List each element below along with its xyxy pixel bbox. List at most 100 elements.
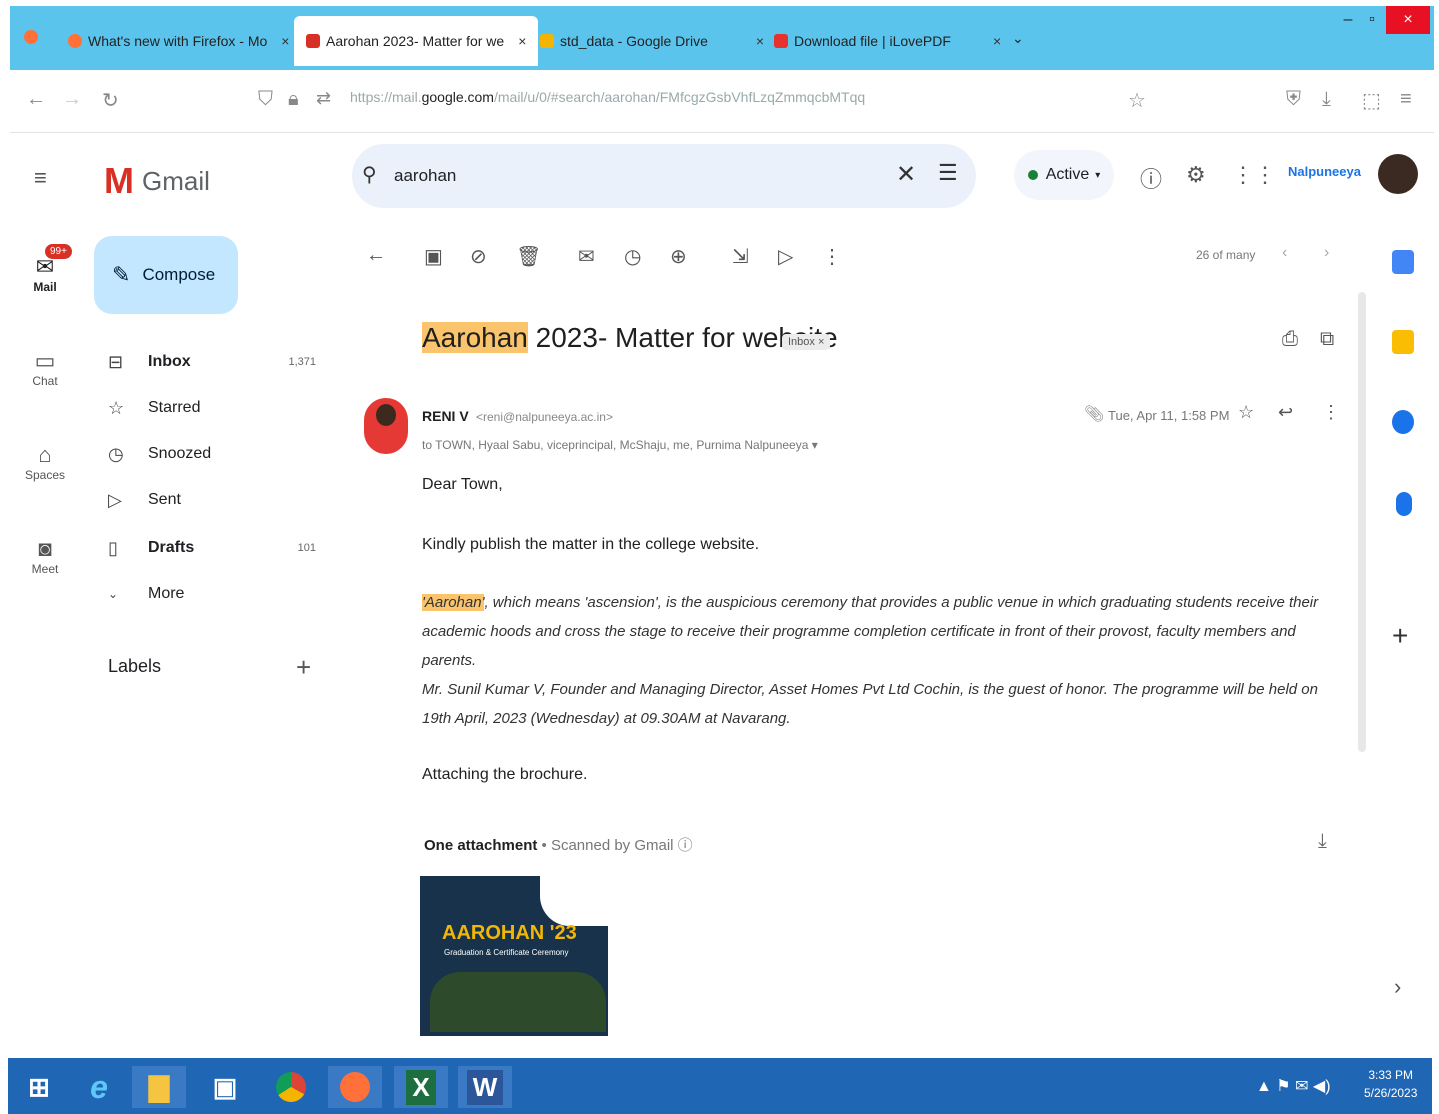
archive-icon[interactable]: ▣ — [424, 244, 443, 269]
back-to-results-icon[interactable]: ← — [366, 244, 386, 267]
windows-taskbar: ⊞ e ▇ ▣ X W ▲ ⚑ ✉ ◀) 3:33 PM 5/26/2023 — [8, 1058, 1432, 1114]
internet-explorer-icon[interactable]: e — [72, 1066, 126, 1108]
chrome-icon[interactable] — [264, 1066, 318, 1108]
start-windows-icon[interactable]: ⊞ — [12, 1066, 66, 1108]
message-more-icon[interactable]: ⋮ — [1322, 402, 1340, 423]
sidebar-item-sent[interactable]: ▷ Sent — [108, 480, 328, 520]
expand-panel-icon[interactable]: › — [1394, 974, 1401, 1000]
reply-icon[interactable]: ↩ — [1278, 402, 1293, 423]
tab-close-icon[interactable]: × — [756, 33, 764, 49]
help-icon[interactable]: ⓘ — [1140, 162, 1162, 194]
closing-line: Attaching the brochure. — [422, 766, 588, 783]
app-menu-icon[interactable]: ≡ — [1400, 88, 1412, 111]
download-icon[interactable]: ⤓ — [1322, 88, 1331, 111]
main-menu-icon[interactable]: ≡ — [34, 165, 47, 191]
tab-close-icon[interactable]: × — [993, 33, 1001, 49]
attachment-thumbnail[interactable]: AAROHAN '23 Graduation & Certificate Cer… — [420, 876, 608, 1036]
add-addon-icon[interactable]: + — [1392, 620, 1408, 652]
apps-grid-icon[interactable]: ⋮⋮ — [1232, 162, 1276, 188]
tab-close-icon[interactable]: × — [281, 33, 289, 49]
sidebar-item-starred[interactable]: ☆ Starred — [108, 388, 328, 428]
delete-icon[interactable]: 🗑︎ — [516, 244, 541, 269]
message-scrollbar[interactable] — [1358, 292, 1366, 752]
tab-close-icon[interactable]: × — [518, 33, 526, 49]
tab-label: std_data - Google Drive — [560, 33, 708, 49]
search-options-icon[interactable]: ☰ — [938, 160, 958, 186]
sidebar-item-count: 1,371 — [288, 356, 316, 368]
older-icon[interactable]: › — [1324, 244, 1329, 262]
firefox-icon[interactable] — [328, 1066, 382, 1108]
label-icon[interactable]: ▷ — [778, 244, 793, 269]
snooze-icon[interactable]: ◷ — [624, 244, 641, 269]
permissions-icon[interactable]: ⇄ — [316, 88, 331, 109]
open-new-window-icon[interactable]: ⧉ — [1320, 328, 1334, 351]
address-bar[interactable]: https://mail.google.com/mail/u/0/#search… — [350, 89, 865, 105]
add-label-icon[interactable]: + — [296, 652, 311, 683]
back-icon[interactable]: ← — [26, 88, 46, 111]
tab-list-icon[interactable]: ⌄ — [1012, 30, 1024, 47]
recipients-list[interactable]: to TOWN, Hyaal Sabu, viceprincipal, McSh… — [422, 438, 818, 452]
forward-icon[interactable]: → — [62, 88, 82, 111]
report-spam-icon[interactable]: ⊘ — [470, 244, 487, 269]
mail-icon: ✉ — [35, 254, 55, 279]
tasks-icon[interactable] — [1392, 410, 1414, 434]
clear-search-icon[interactable]: ✕ — [896, 160, 916, 189]
mark-unread-icon[interactable]: ✉ — [578, 244, 595, 269]
excel-icon[interactable]: X — [394, 1066, 448, 1108]
star-icon: ☆ — [108, 397, 125, 418]
search-bar[interactable]: ⚲ aarohan ✕ ☰ — [352, 144, 976, 208]
search-input[interactable]: aarohan — [394, 166, 456, 186]
system-tray-icons[interactable]: ▲ ⚑ ✉ ◀) — [1256, 1076, 1331, 1096]
star-message-icon[interactable]: ☆ — [1238, 402, 1254, 423]
sidebar-item-inbox[interactable]: ⊟ Inbox 1,371 — [108, 342, 328, 382]
newer-icon[interactable]: ‹ — [1282, 244, 1287, 262]
inbox-label-chip[interactable]: Inbox × — [782, 334, 831, 350]
keep-icon[interactable] — [1392, 330, 1414, 354]
tab-ilovepdf[interactable]: Download file | iLovePDF × — [774, 16, 1001, 66]
sidebar-item-snoozed[interactable]: ◷ Snoozed — [108, 434, 328, 474]
sidebar-item-more[interactable]: ⌄ More — [108, 574, 328, 614]
contacts-icon[interactable] — [1396, 492, 1412, 516]
attachment-clip-icon: 📎︎ — [1084, 406, 1105, 423]
rail-spaces[interactable]: ⌂ Spaces — [18, 442, 72, 482]
thumb-corner-shape — [540, 876, 608, 926]
browser-nav-bar: ← → ↻ ⛉ 🔒︎ ⇄ https://mail.google.com/mai… — [10, 70, 1434, 133]
bookmark-star-icon[interactable]: ☆ — [1128, 88, 1146, 113]
compose-button[interactable]: ✎ Compose — [94, 236, 238, 314]
reload-icon[interactable]: ↻ — [102, 88, 119, 113]
sender-name[interactable]: RENI V — [422, 408, 469, 424]
thumb-subtitle: Graduation & Certificate Ceremony — [444, 948, 569, 957]
sidebar-item-drafts[interactable]: ▯ Drafts 101 — [108, 528, 328, 568]
account-avatar[interactable] — [1378, 154, 1418, 194]
more-options-icon[interactable]: ⋮ — [822, 244, 842, 269]
close-window-icon[interactable]: × — [1386, 6, 1430, 34]
taskbar-clock[interactable]: 3:33 PM 5/26/2023 — [1364, 1066, 1417, 1102]
gmail-logo[interactable]: M Gmail — [104, 160, 210, 202]
extensions-icon[interactable]: ⬚ — [1362, 88, 1381, 113]
rail-mail[interactable]: ✉ Mail — [18, 254, 72, 294]
add-task-icon[interactable]: ⊕ — [670, 244, 687, 269]
word-icon[interactable]: W — [458, 1066, 512, 1108]
rail-meet[interactable]: ◙ Meet — [18, 536, 72, 576]
rail-chat[interactable]: ▭ Chat — [18, 348, 72, 388]
url-prefix: https://mail. — [350, 89, 422, 105]
print-icon[interactable]: ⎙ — [1282, 328, 1298, 351]
status-dot-icon — [1027, 170, 1038, 180]
pocket-icon[interactable]: ⛨ — [1286, 88, 1301, 111]
calendar-icon[interactable] — [1392, 250, 1414, 274]
move-to-icon[interactable]: ⇲ — [732, 244, 749, 269]
search-icon[interactable]: ⚲ — [362, 162, 377, 187]
store-icon[interactable]: ▣ — [198, 1066, 252, 1108]
file-explorer-icon[interactable]: ▇ — [132, 1066, 186, 1108]
tab-firefox-whatsnew[interactable]: What's new with Firefox - Mo × — [68, 16, 289, 66]
tab-gmail-aarohan[interactable]: Aarohan 2023- Matter for we × — [294, 16, 539, 66]
shield-icon[interactable]: ⛉ — [258, 88, 273, 111]
status-selector[interactable]: Active ▾ — [1014, 150, 1114, 200]
firefox-menu-icon[interactable] — [24, 30, 38, 44]
compose-label: Compose — [142, 265, 216, 284]
download-all-icon[interactable]: ⤓ — [1318, 830, 1327, 853]
settings-gear-icon[interactable]: ⚙ — [1186, 162, 1206, 188]
sender-avatar[interactable] — [364, 398, 408, 454]
lock-icon[interactable]: 🔒︎ — [288, 88, 299, 111]
tab-google-drive[interactable]: std_data - Google Drive × — [540, 16, 764, 66]
